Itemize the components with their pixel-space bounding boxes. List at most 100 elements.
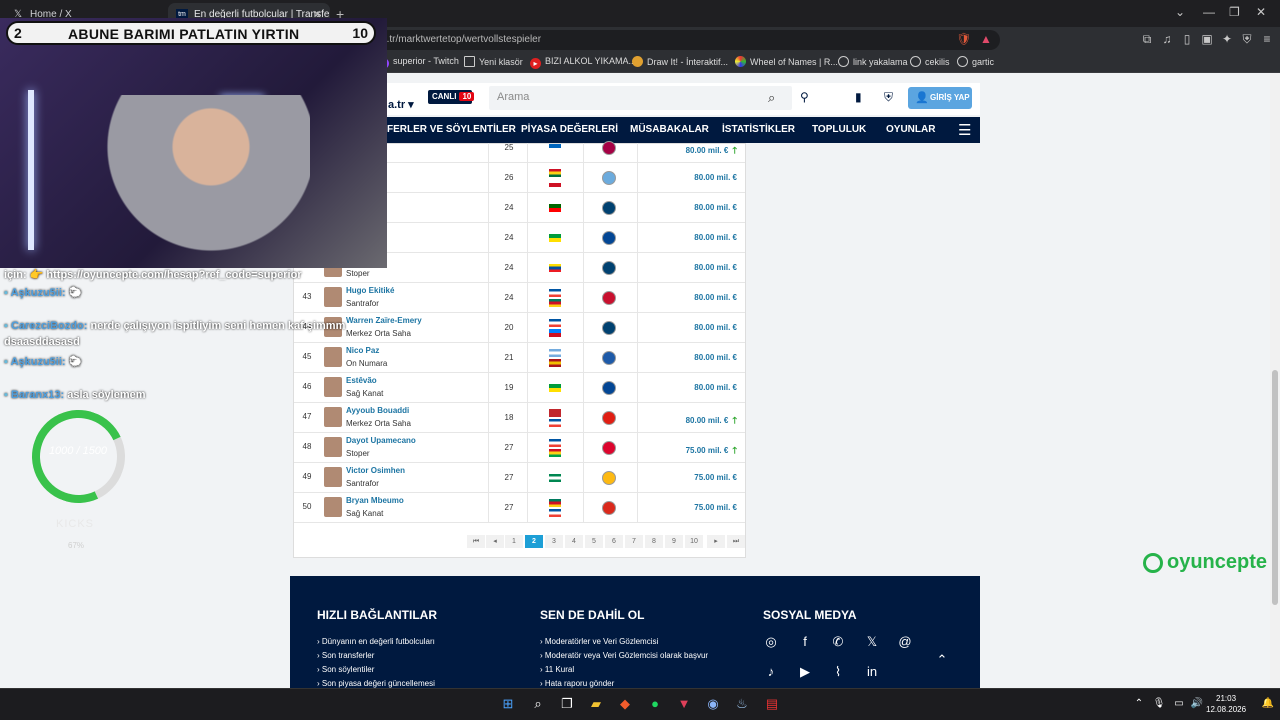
club-crest-icon[interactable]: [602, 171, 616, 185]
scrollbar-thumb[interactable]: [1272, 370, 1278, 605]
menu-icon[interactable]: ≡: [1259, 31, 1275, 47]
footer-link[interactable]: › Son piyasa değeri güncellemesi: [317, 679, 435, 688]
bookmark-item[interactable]: Draw It! - İnteraktif...: [632, 56, 728, 67]
market-value[interactable]: 80.00 mil. €: [694, 233, 737, 242]
user-search-icon[interactable]: ⚲: [800, 90, 809, 104]
search-icon[interactable]: ⌕: [768, 90, 775, 106]
club-crest-icon[interactable]: [602, 291, 616, 305]
pagination-page[interactable]: 8: [645, 535, 663, 548]
club-crest-icon[interactable]: [602, 501, 616, 515]
club-crest-icon[interactable]: [602, 441, 616, 455]
url-field[interactable]: transfermarkt.com.tr/marktwertetop/wertv…: [300, 30, 1000, 50]
footer-link[interactable]: › 11 Kural: [540, 665, 574, 674]
market-value[interactable]: 75.00 mil. € 🡑: [686, 443, 737, 459]
pagination-prev[interactable]: ◂: [486, 535, 504, 548]
spotify-icon[interactable]: ●: [646, 695, 664, 713]
footer-link[interactable]: › Moderatör veya Veri Gözlemcisi olarak …: [540, 651, 708, 660]
threads-icon[interactable]: @: [896, 634, 914, 650]
pagination-page[interactable]: 6: [605, 535, 623, 548]
market-value[interactable]: 75.00 mil. €: [694, 503, 737, 512]
sidebar-icon[interactable]: ▯: [1179, 31, 1195, 47]
shield-icon[interactable]: ⛨: [884, 90, 893, 105]
hamburger-icon[interactable]: ☰: [958, 121, 971, 139]
instagram-icon[interactable]: ◎: [762, 634, 780, 650]
rewards-icon[interactable]: ▲: [978, 31, 994, 47]
login-button[interactable]: 👤 GİRİŞ YAP: [908, 87, 972, 109]
player-photo[interactable]: [324, 467, 342, 487]
player-photo[interactable]: [324, 287, 342, 307]
maximize-icon[interactable]: ❐: [1229, 5, 1240, 19]
market-value[interactable]: 80.00 mil. € 🡑: [686, 413, 737, 429]
site-logo[interactable]: a.tr ▾: [388, 98, 414, 111]
wallet-icon[interactable]: ▣: [1199, 31, 1215, 47]
club-crest-icon[interactable]: [602, 321, 616, 335]
brave-shield-icon[interactable]: 🛡: [956, 31, 972, 47]
youtube-icon[interactable]: ▶: [796, 664, 814, 680]
app-icon[interactable]: ▤: [763, 695, 781, 713]
whatsapp-icon[interactable]: ✆: [829, 634, 847, 650]
market-value[interactable]: 80.00 mil. €: [694, 383, 737, 392]
player-photo[interactable]: [324, 347, 342, 367]
club-crest-icon[interactable]: [602, 261, 616, 275]
footer-link[interactable]: › Son transferler: [317, 651, 374, 660]
tiktok-icon[interactable]: ♪: [762, 664, 780, 680]
market-value[interactable]: 80.00 mil. €: [694, 353, 737, 362]
network-icon[interactable]: ▭: [1170, 695, 1188, 713]
nav-community[interactable]: TOPLULUK: [812, 124, 866, 135]
pagination-page[interactable]: 3: [545, 535, 563, 548]
footer-link[interactable]: › Moderatörler ve Veri Gözlemcisi: [540, 637, 658, 646]
bookmark-item[interactable]: gartic: [957, 56, 994, 67]
pagination-next[interactable]: ▸: [707, 535, 725, 548]
player-name-link[interactable]: Dayot Upamecano: [346, 436, 416, 445]
pagination-page[interactable]: 1: [505, 535, 523, 548]
player-photo[interactable]: [324, 377, 342, 397]
volume-icon[interactable]: 🔊: [1188, 695, 1206, 713]
linkedin-icon[interactable]: in: [863, 664, 881, 680]
taskbar-clock[interactable]: 21:03 12.08.2026: [1206, 693, 1246, 715]
app-icon[interactable]: ◉: [704, 695, 722, 713]
market-value[interactable]: 80.00 mil. €: [694, 323, 737, 332]
pagination-page[interactable]: 7: [625, 535, 643, 548]
music-icon[interactable]: ♫: [1159, 31, 1175, 47]
club-crest-icon[interactable]: [602, 351, 616, 365]
player-photo[interactable]: [324, 497, 342, 517]
pagination-page[interactable]: 4: [565, 535, 583, 548]
bookmark-item[interactable]: Wheel of Names | R...: [735, 56, 838, 67]
close-window-icon[interactable]: ✕: [1256, 5, 1266, 19]
rss-icon[interactable]: ⌇: [829, 664, 847, 680]
market-value[interactable]: 75.00 mil. €: [694, 473, 737, 482]
chevron-down-icon[interactable]: ⌄: [1175, 5, 1185, 19]
brave-icon[interactable]: ◆: [616, 695, 634, 713]
live-button[interactable]: CANLI 10: [428, 90, 475, 104]
extensions-icon[interactable]: ⧉: [1139, 31, 1155, 47]
bookmark-item[interactable]: ▸ BIZI ALKOL YIKAMA...: [530, 56, 636, 69]
market-value[interactable]: 80.00 mil. €: [694, 173, 737, 182]
footer-link[interactable]: › Hata raporu gönder: [540, 679, 614, 688]
player-name-link[interactable]: Hugo Ekitiké: [346, 286, 394, 295]
footer-link[interactable]: › Son söylentiler: [317, 665, 374, 674]
club-crest-icon[interactable]: [602, 471, 616, 485]
bookmark-item[interactable]: tsuperior - Twitch: [378, 56, 459, 69]
club-crest-icon[interactable]: [602, 231, 616, 245]
pagination-page[interactable]: 2: [525, 535, 543, 548]
file-explorer-icon[interactable]: ▰: [587, 695, 605, 713]
ai-icon[interactable]: ✦: [1219, 31, 1235, 47]
pagination-last[interactable]: ⏭: [727, 535, 745, 548]
club-crest-icon[interactable]: [602, 201, 616, 215]
scroll-top-icon[interactable]: ⌃: [933, 652, 951, 668]
microphone-icon[interactable]: 🎙: [1150, 695, 1168, 713]
player-photo[interactable]: [324, 437, 342, 457]
bookmark-icon[interactable]: ▮: [855, 90, 862, 104]
pagination-page[interactable]: 10: [685, 535, 703, 548]
player-name-link[interactable]: Victor Osimhen: [346, 466, 405, 475]
app-icon[interactable]: ▼: [675, 695, 693, 713]
club-crest-icon[interactable]: [602, 411, 616, 425]
search-icon[interactable]: ⌕: [529, 695, 547, 713]
pagination-first[interactable]: ⏮: [467, 535, 485, 548]
bookmark-item[interactable]: Yeni klasör: [464, 56, 523, 67]
player-name-link[interactable]: Estêvão: [346, 376, 377, 385]
market-value[interactable]: 80.00 mil. €: [694, 293, 737, 302]
pagination-page[interactable]: 9: [665, 535, 683, 548]
player-photo[interactable]: [324, 407, 342, 427]
x-icon[interactable]: 𝕏: [863, 634, 881, 650]
